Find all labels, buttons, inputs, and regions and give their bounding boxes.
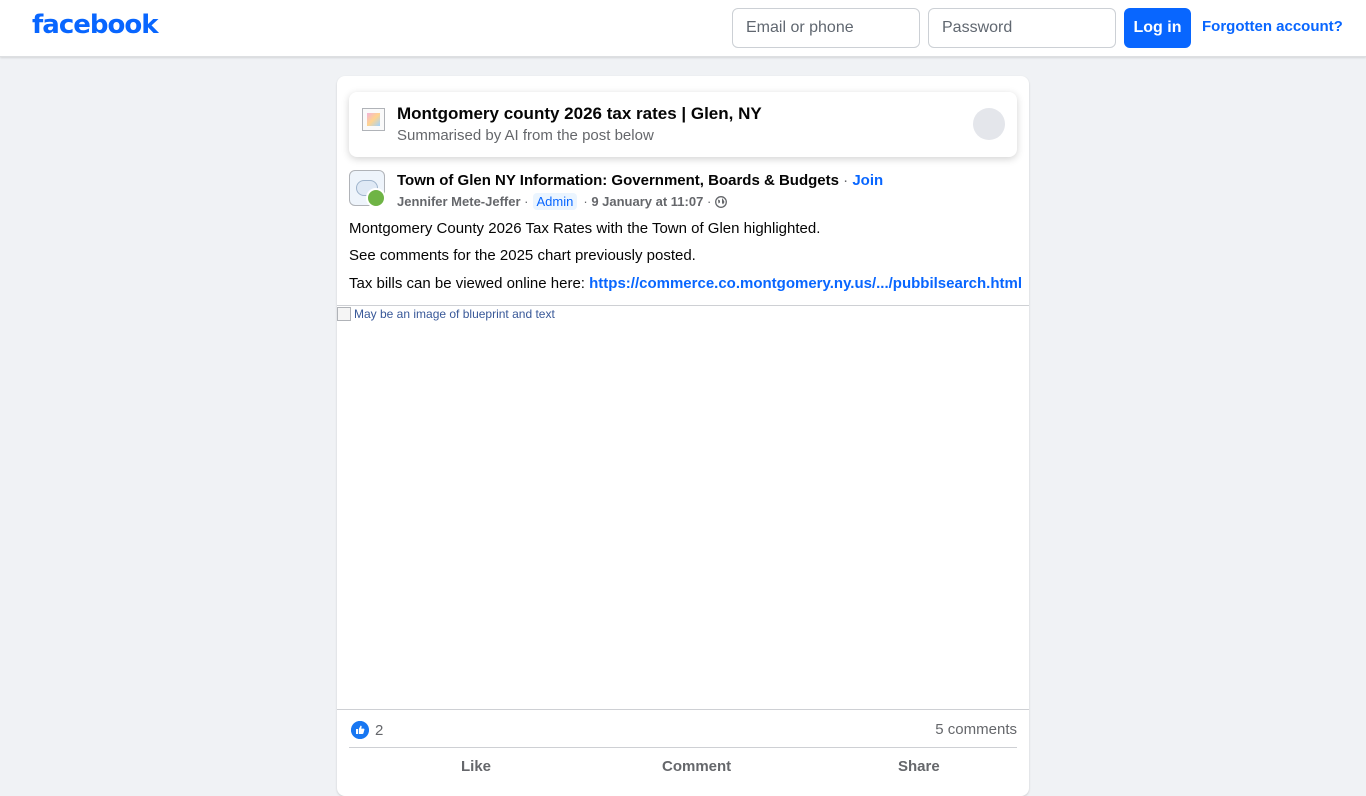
post-image[interactable]: May be an image of blueprint and text — [337, 305, 1029, 710]
author-avatar[interactable] — [366, 188, 386, 208]
author-name[interactable]: Jennifer Mete-Jeffer — [397, 194, 521, 209]
summary-thumbnail — [362, 108, 385, 131]
group-line: Town of Glen NY Information: Government,… — [397, 172, 883, 189]
separator-dot: · — [703, 194, 712, 209]
link-prefix: Tax bills can be viewed online here: — [349, 275, 590, 292]
separator-dot: · — [583, 194, 592, 209]
summary-image-icon — [367, 113, 380, 126]
reactions-bar: 2 5 comments — [349, 720, 1017, 748]
image-alt-text: May be an image of blueprint and text — [337, 307, 555, 321]
globe-icon — [715, 195, 728, 208]
summary-subtitle: Summarised by AI from the post below — [397, 127, 654, 144]
join-button[interactable]: Join — [852, 172, 883, 189]
email-input[interactable] — [732, 8, 920, 48]
post-timestamp[interactable]: 9 January at 11:07 — [591, 194, 703, 209]
password-input[interactable] — [928, 8, 1116, 48]
post-text-line: Tax bills can be viewed online here: htt… — [349, 275, 1022, 292]
separator-dot: · — [843, 172, 853, 189]
login-button[interactable]: Log in — [1124, 8, 1191, 48]
facebook-logo[interactable]: facebook — [32, 10, 159, 40]
comments-count[interactable]: 5 comments — [935, 721, 1017, 738]
image-alt-label: May be an image of blueprint and text — [354, 307, 555, 321]
top-bar: facebook Log in Forgotten account? — [0, 0, 1366, 57]
summary-action-circle[interactable] — [973, 108, 1005, 140]
group-name[interactable]: Town of Glen NY Information: Government,… — [397, 172, 839, 189]
separator-dot: · — [520, 194, 529, 209]
ai-summary-card[interactable]: Montgomery county 2026 tax rates | Glen,… — [349, 92, 1017, 157]
like-button[interactable]: Like — [461, 758, 491, 775]
post-meta: Jennifer Mete-Jeffer · Admin · 9 January… — [397, 193, 728, 210]
post-text-line: See comments for the 2025 chart previous… — [349, 247, 696, 264]
forgot-account-link[interactable]: Forgotten account? — [1202, 18, 1343, 35]
share-button[interactable]: Share — [898, 758, 940, 775]
summary-title: Montgomery county 2026 tax rates | Glen,… — [397, 104, 762, 123]
actions-divider — [349, 747, 1017, 748]
tax-bills-link[interactable]: https://commerce.co.montgomery.ny.us/...… — [589, 275, 1022, 292]
post-card: Montgomery county 2026 tax rates | Glen,… — [337, 76, 1029, 796]
admin-badge: Admin — [532, 193, 578, 210]
post-text-line: Montgomery County 2026 Tax Rates with th… — [349, 220, 821, 237]
broken-image-icon — [337, 307, 351, 321]
like-icon[interactable] — [351, 721, 369, 739]
comment-button[interactable]: Comment — [662, 758, 731, 775]
like-count[interactable]: 2 — [375, 722, 383, 739]
